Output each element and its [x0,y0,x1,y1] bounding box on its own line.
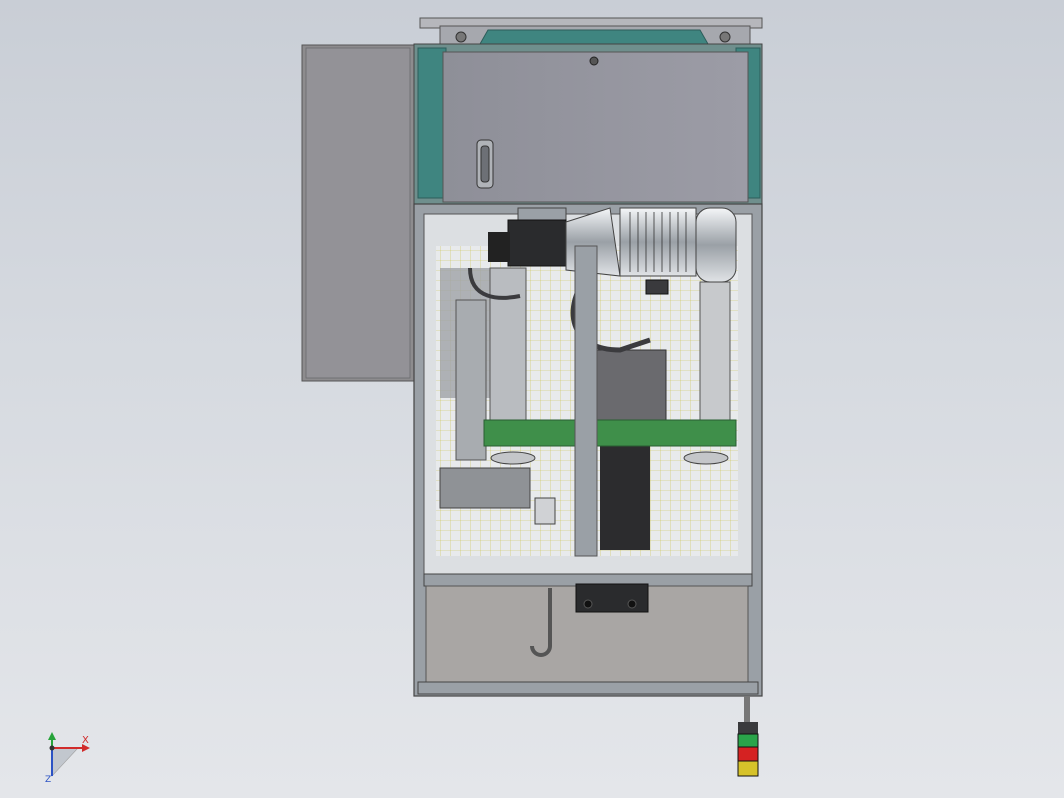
machine-model[interactable] [0,0,1064,798]
stack-light[interactable] [737,696,759,777]
stack-light-yellow [737,760,759,777]
side-cabinet[interactable] [301,44,415,382]
z-axis-label: Z [45,775,52,785]
stack-light-red [737,746,759,762]
center-divider [574,245,598,557]
x-axis-label: X [82,735,89,746]
lower-panel[interactable] [417,573,759,695]
cad-viewport[interactable]: X Z [0,0,1064,798]
upper-cabinet[interactable] [413,43,763,205]
stack-light-green [737,733,759,748]
